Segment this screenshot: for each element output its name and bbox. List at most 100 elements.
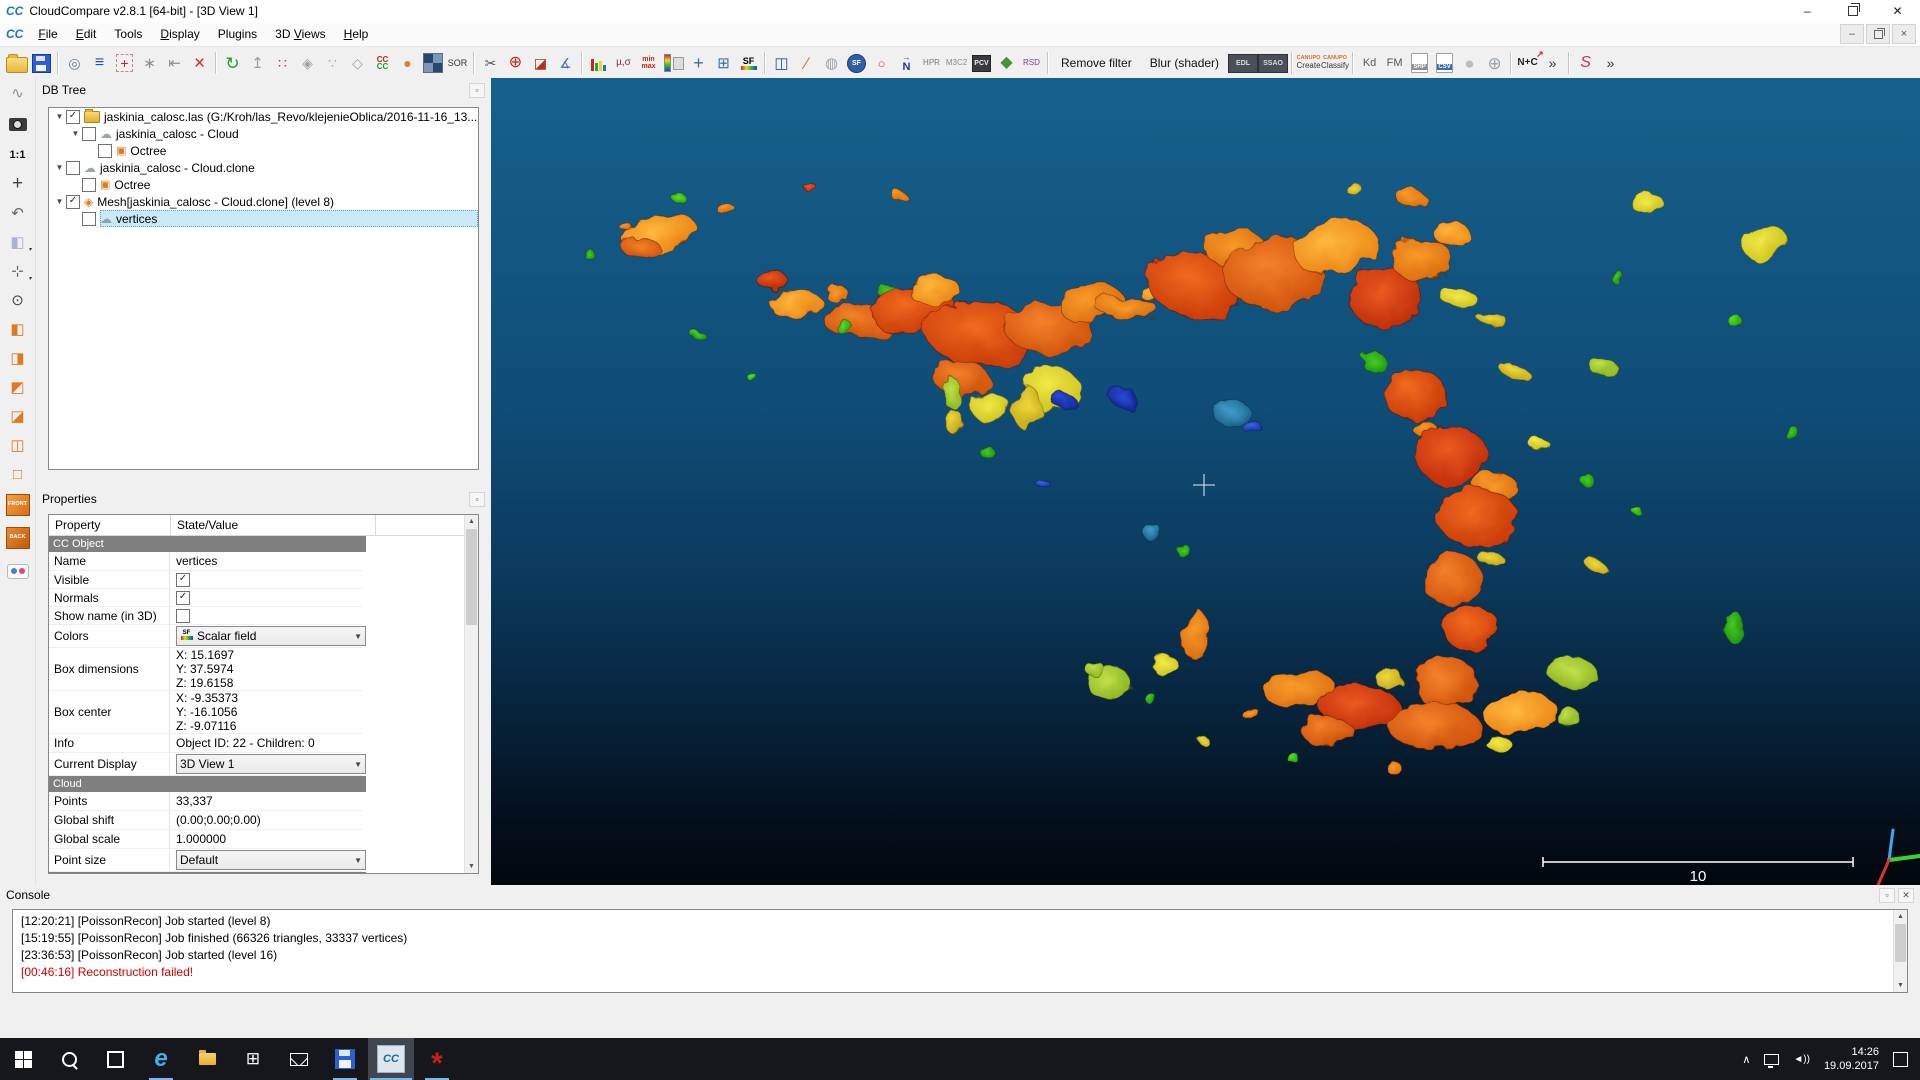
file-explorer-icon[interactable]	[184, 1038, 230, 1080]
console-scroll-down-icon[interactable]: ▼	[1894, 979, 1907, 992]
toolbar-overflow-icon[interactable]: »	[1540, 50, 1565, 76]
tree-item[interactable]: ▣Octree	[100, 176, 478, 193]
view-back-icon[interactable]: BACK	[5, 525, 30, 551]
facets-plugin-icon[interactable]: ◆	[994, 50, 1019, 76]
cloud-cloud-dist-icon[interactable]: CCCC	[370, 50, 395, 76]
screenshot-icon[interactable]	[5, 111, 30, 137]
apply-transformation-icon[interactable]: ⇤	[162, 50, 187, 76]
pcv-plugin-icon[interactable]: PCV	[969, 50, 994, 76]
minimize-button[interactable]: –	[1785, 0, 1830, 22]
tree-row[interactable]: ☁vertices	[49, 210, 478, 227]
view-top-icon[interactable]: ◩	[6, 376, 30, 398]
properties-float-button[interactable]: ▫	[469, 492, 485, 507]
tray-chevron-icon[interactable]: ∧	[1742, 1053, 1750, 1066]
tree-checkbox[interactable]: ✓	[66, 195, 80, 209]
ssao-shader-icon[interactable]: SSAO	[1258, 50, 1288, 76]
delete-scalar-field-icon[interactable]	[661, 50, 686, 76]
pan-mode-icon[interactable]: ⊹▾	[6, 260, 30, 282]
clock[interactable]: 14:26 19.09.2017	[1824, 1045, 1879, 1073]
tree-item[interactable]: ◈Mesh[jaskinia_calosc - Cloud.clone] (le…	[84, 193, 478, 210]
menu-help[interactable]: Help	[335, 24, 378, 44]
kd-tree-icon[interactable]: Kd	[1357, 50, 1382, 76]
point-picking-icon[interactable]: ◎	[62, 50, 87, 76]
console-scrollbar[interactable]: ▲ ▼	[1893, 910, 1907, 992]
console-scroll-up-icon[interactable]: ▲	[1894, 910, 1907, 923]
task-view-button[interactable]	[92, 1038, 138, 1080]
tree-checkbox[interactable]	[98, 144, 112, 158]
tree-expander-icon[interactable]: ▼	[53, 197, 66, 206]
tree-item[interactable]: ☁jaskinia_calosc - Cloud.clone	[84, 159, 478, 176]
canupo-classify-icon[interactable]: CANUPOClassify	[1321, 50, 1349, 76]
tree-expander-icon[interactable]: ▼	[53, 163, 66, 172]
cloudcompare-taskbar-icon[interactable]: CC	[368, 1038, 414, 1080]
tree-item[interactable]: ☁vertices	[100, 210, 478, 227]
3d-viewport[interactable]: 10	[491, 78, 1920, 885]
hpr-plugin-icon[interactable]: HPR	[919, 50, 944, 76]
tree-row[interactable]: ▣Octree	[49, 176, 478, 193]
axes-tool-icon[interactable]: ∡	[553, 50, 578, 76]
start-button[interactable]	[0, 1038, 46, 1080]
property-value[interactable]: SFScalar field▼	[170, 625, 366, 647]
property-value[interactable]: ✓	[170, 571, 362, 588]
rotate-entity-icon[interactable]: ↻	[220, 50, 245, 76]
fine-registration-icon[interactable]: ↥	[245, 50, 270, 76]
subsample-icon[interactable]: ∷	[270, 50, 295, 76]
checker-compare-icon[interactable]	[420, 50, 445, 76]
menu-tools[interactable]: Tools	[105, 24, 151, 44]
clean-broom-icon[interactable]: ∕	[794, 50, 819, 76]
scissors-icon[interactable]: ✂	[478, 50, 503, 76]
property-combobox[interactable]: Default▼	[176, 850, 366, 870]
toolbar-overflow2-icon[interactable]: »	[1598, 50, 1623, 76]
property-value[interactable]: Default▼	[170, 849, 366, 871]
tree-checkbox[interactable]	[82, 212, 96, 226]
normals-converter-icon[interactable]: N+C↗	[1515, 50, 1540, 76]
property-value[interactable]: ✓	[170, 589, 362, 606]
mail-icon[interactable]	[276, 1038, 322, 1080]
translate-rotate-icon[interactable]: +	[112, 50, 137, 76]
save-icon[interactable]	[29, 50, 54, 76]
mdi-restore-button[interactable]	[1866, 24, 1890, 44]
tree-item[interactable]: jaskinia_calosc.las (G:/Kroh/las_Revo/kl…	[84, 108, 478, 125]
menu-3d-views[interactable]: 3D Views	[266, 24, 335, 44]
animation-icon[interactable]: ◫	[769, 50, 794, 76]
scroll-down-icon[interactable]: ▼	[465, 860, 478, 873]
remove-filter-button[interactable]: Remove filter	[1052, 50, 1141, 76]
view-bottom-icon[interactable]: ◪	[6, 405, 30, 427]
db-tree-float-button[interactable]: ▫	[469, 83, 485, 98]
sf-colorscale-icon[interactable]: SF	[736, 50, 761, 76]
gaussian-filter-icon[interactable]: µ,σ	[611, 50, 636, 76]
m3c2-plugin-icon[interactable]: M3C2	[944, 50, 969, 76]
zoom-magnifier-icon[interactable]: ⊙	[6, 289, 30, 311]
sphere-icon[interactable]: ●	[1457, 50, 1482, 76]
console-float-button[interactable]: ▫	[1879, 888, 1895, 903]
tree-row[interactable]: ▼ ☁jaskinia_calosc - Cloud.clone	[49, 159, 478, 176]
store-icon[interactable]: ⊞	[230, 1038, 276, 1080]
tree-row[interactable]: ▼☁jaskinia_calosc - Cloud	[49, 125, 478, 142]
compute-mesh-icon[interactable]: ◈	[295, 50, 320, 76]
ellipse-plugin-icon[interactable]: ○	[869, 50, 894, 76]
tree-checkbox[interactable]	[82, 178, 96, 192]
search-button[interactable]	[46, 1038, 92, 1080]
mesh-quality-icon[interactable]: ◇	[345, 50, 370, 76]
fm-icon[interactable]: FM	[1382, 50, 1407, 76]
tree-item[interactable]: ▣Octree	[116, 142, 478, 159]
action-center-icon[interactable]	[1893, 1052, 1908, 1067]
tree-row[interactable]: ▣Octree	[49, 142, 478, 159]
sor-filter-icon[interactable]: SOR	[445, 50, 470, 76]
menu-display[interactable]: Display	[151, 24, 208, 44]
db-tree[interactable]: ▼✓jaskinia_calosc.las (G:/Kroh/las_Revo/…	[48, 107, 479, 470]
menu-file[interactable]: File	[29, 24, 66, 44]
blur-shader-button[interactable]: Blur (shader)	[1141, 50, 1228, 76]
tree-expander-icon[interactable]: ▼	[69, 129, 82, 138]
property-combobox[interactable]: SFScalar field▼	[176, 626, 366, 646]
property-checkbox[interactable]: ✓	[176, 573, 190, 587]
volume-icon[interactable]: ◄))	[1793, 1054, 1810, 1065]
globe-icon[interactable]: ⊕	[1482, 50, 1507, 76]
tree-checkbox[interactable]: ✓	[66, 110, 80, 124]
sf-arithmetic-icon[interactable]: ⊞	[711, 50, 736, 76]
qsra-plugin-icon[interactable]: S	[1573, 50, 1598, 76]
canupo-create-icon[interactable]: CANUPOCreate	[1296, 50, 1321, 76]
bucket-icon[interactable]: ●	[395, 50, 420, 76]
histogram-icon[interactable]	[586, 50, 611, 76]
tree-checkbox[interactable]	[66, 161, 80, 175]
